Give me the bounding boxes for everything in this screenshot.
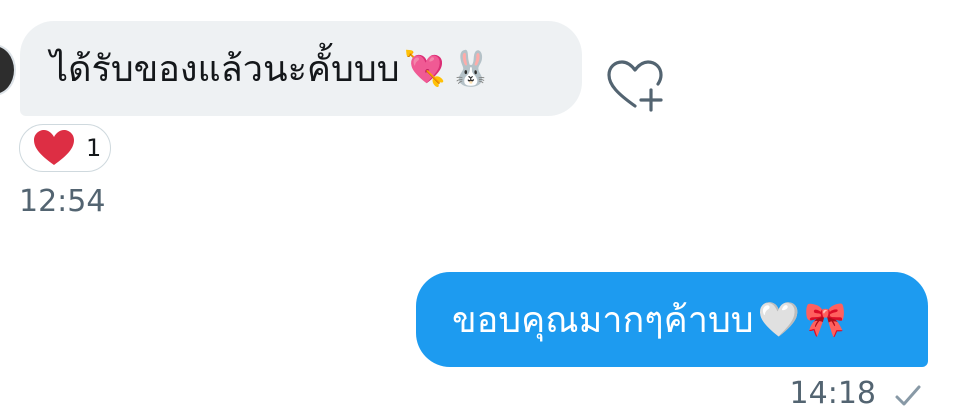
outgoing-timestamp: 14:18 — [789, 376, 876, 411]
add-reaction-heart-plus-icon[interactable] — [604, 56, 670, 114]
outgoing-message-bubble[interactable]: ขอบคุณมากๆค้าบบ 🤍 🎀 — [416, 272, 928, 367]
outgoing-message-text: ขอบคุณมากๆค้าบบ — [452, 300, 754, 341]
reaction-badge[interactable]: 1 — [19, 124, 111, 172]
sender-avatar[interactable] — [0, 44, 16, 96]
red-heart-icon — [34, 130, 74, 165]
incoming-message-bubble[interactable]: ได้รับของแล้วนะคั้บบบ 💘 🐰 — [20, 21, 582, 116]
reaction-count: 1 — [86, 134, 102, 162]
ribbon-icon: 🎀 — [803, 299, 847, 340]
white-heart-icon: 🤍 — [757, 299, 800, 340]
incoming-message-text: ได้รับของแล้วนะคั้บบบ — [50, 49, 400, 90]
incoming-timestamp: 12:54 — [19, 184, 106, 219]
rabbit-face-icon: 🐰 — [449, 48, 493, 89]
sent-checkmark-icon — [895, 385, 921, 406]
heart-with-arrow-icon: 💘 — [403, 48, 446, 89]
